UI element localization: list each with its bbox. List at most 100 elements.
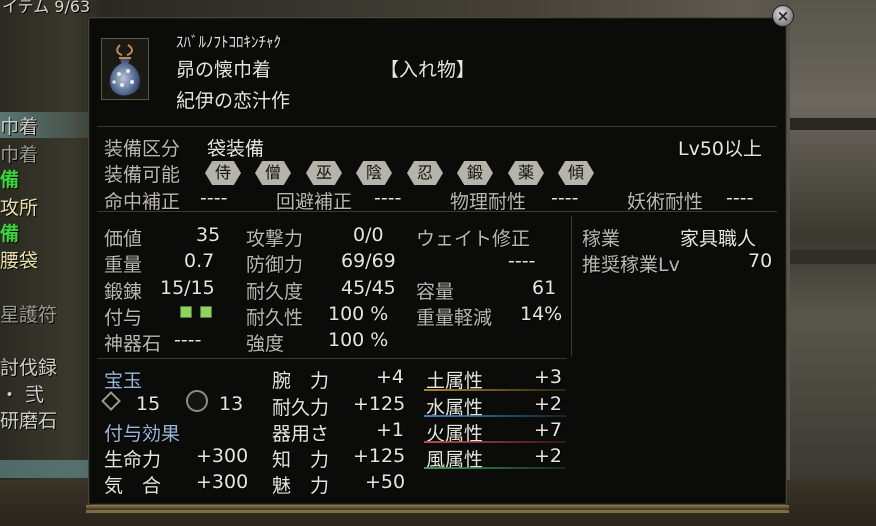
pouch-icon bbox=[101, 38, 149, 100]
panel-bottom-frame bbox=[86, 510, 789, 513]
inventory-list-item[interactable]: 討伐録 bbox=[0, 353, 57, 380]
forge-label: 鍛錬 bbox=[104, 281, 143, 303]
item-name: 昴の懐巾着 bbox=[176, 59, 272, 81]
inventory-count: イテム 9/63 bbox=[2, 0, 91, 16]
effect-value: +50 bbox=[365, 471, 406, 493]
durability-label: 耐久度 bbox=[246, 281, 304, 303]
divider bbox=[97, 126, 777, 127]
weight-mod-label: ウェイト修正 bbox=[416, 228, 531, 250]
item-category: 【入れ物】 bbox=[380, 59, 476, 81]
usable-badge: 鍛 bbox=[457, 161, 493, 185]
background-beam bbox=[790, 250, 876, 264]
correction-label: 命中補正 bbox=[104, 191, 181, 213]
element-bar bbox=[424, 467, 566, 469]
usable-label: 装備可能 bbox=[104, 164, 181, 186]
circle-gem-icon bbox=[186, 390, 208, 412]
enchant-slot bbox=[180, 306, 192, 318]
circle-gem-count: 13 bbox=[219, 393, 244, 415]
correction-label: 回避補正 bbox=[276, 191, 353, 213]
inventory-list-item[interactable]: 攻所 bbox=[0, 193, 38, 220]
gems-label: 宝玉 bbox=[104, 370, 143, 392]
effect-label: 腕 力 bbox=[272, 370, 330, 392]
attack-value: 0/0 bbox=[353, 224, 384, 246]
diamond-gem-count: 15 bbox=[136, 393, 161, 415]
shinki-value: ---- bbox=[174, 329, 202, 351]
element-value: +7 bbox=[534, 419, 563, 441]
element-value: +2 bbox=[534, 445, 563, 467]
inventory-list-item[interactable]: 研磨石 bbox=[0, 406, 57, 433]
effect-value: +125 bbox=[353, 445, 406, 467]
game-scene: イテム 9/63 巾着 巾着 備 攻所 備 腰袋 星護符 討伐録 ・ 弐 研磨石 bbox=[0, 0, 876, 526]
price-value: 35 bbox=[196, 224, 221, 246]
element-bar bbox=[424, 389, 566, 391]
strength-label: 強度 bbox=[246, 333, 285, 355]
strength-value: 100 % bbox=[328, 329, 389, 351]
weight-mod-value: ---- bbox=[508, 250, 536, 272]
inventory-list-item[interactable]: 備 bbox=[0, 219, 19, 246]
correction-label: 妖術耐性 bbox=[627, 191, 704, 213]
background-beam bbox=[790, 118, 876, 130]
equip-class-value: 袋装備 bbox=[207, 138, 265, 160]
effect-label: 器用さ bbox=[272, 423, 330, 445]
usable-badge: 傾 bbox=[558, 161, 594, 185]
inventory-list-item[interactable]: ・ 弐 bbox=[0, 380, 44, 407]
usable-badge: 僧 bbox=[255, 161, 291, 185]
forge-value: 15/15 bbox=[160, 277, 215, 299]
inventory-list-item[interactable]: 巾着 bbox=[0, 112, 92, 138]
defense-label: 防御力 bbox=[246, 254, 304, 276]
usable-badge: 侍 bbox=[205, 161, 241, 185]
usable-badge: 陰 bbox=[356, 161, 392, 185]
shinki-label: 神器石 bbox=[104, 333, 162, 355]
usable-badge: 巫 bbox=[306, 161, 342, 185]
effect-label: 知 力 bbox=[272, 449, 330, 471]
correction-value: ---- bbox=[374, 187, 402, 209]
weight-reduce-value: 14% bbox=[520, 303, 563, 325]
effect-value: +300 bbox=[196, 471, 249, 493]
effect-value: +125 bbox=[353, 393, 406, 415]
divider bbox=[571, 216, 572, 356]
effect-label: 耐久力 bbox=[272, 397, 330, 419]
divider bbox=[97, 358, 567, 359]
recommended-trade-level-label: 推奨稼業Lv bbox=[582, 254, 680, 276]
inventory-list-item[interactable]: 備 bbox=[0, 165, 19, 192]
effect-value: +4 bbox=[376, 366, 405, 388]
inventory-list-highlight bbox=[0, 460, 96, 478]
element-value: +2 bbox=[534, 393, 563, 415]
inventory-list-item[interactable]: 巾着 bbox=[0, 140, 38, 167]
element-bar bbox=[424, 415, 566, 417]
inventory-list-item[interactable]: 星護符 bbox=[0, 300, 57, 327]
correction-label: 物理耐性 bbox=[450, 191, 527, 213]
item-maker: 紀伊の恋汁作 bbox=[176, 90, 291, 112]
effect-label: 魅 力 bbox=[272, 475, 330, 497]
durability-value: 45/45 bbox=[341, 277, 396, 299]
enchant-slot bbox=[200, 306, 212, 318]
recommended-trade-level-value: 70 bbox=[748, 250, 773, 272]
effect-label: 生命力 bbox=[104, 449, 162, 471]
dur-rate-label: 耐久性 bbox=[246, 307, 304, 329]
close-icon[interactable]: × bbox=[772, 5, 794, 27]
correction-value: ---- bbox=[551, 187, 579, 209]
weight-reduce-label: 重量軽減 bbox=[416, 307, 493, 329]
level-requirement: Lv50以上 bbox=[678, 138, 763, 160]
correction-value: ---- bbox=[726, 187, 754, 209]
trade-label: 稼業 bbox=[582, 228, 621, 250]
weight-label: 重量 bbox=[104, 254, 143, 276]
dur-rate-value: 100 % bbox=[328, 303, 389, 325]
price-label: 価値 bbox=[104, 228, 143, 250]
correction-value: ---- bbox=[200, 187, 228, 209]
element-bar bbox=[424, 441, 566, 443]
weight-value: 0.7 bbox=[184, 250, 215, 272]
capacity-value: 61 bbox=[532, 277, 557, 299]
trade-value: 家具職人 bbox=[680, 228, 757, 250]
usable-badge: 薬 bbox=[508, 161, 544, 185]
inventory-list-item[interactable]: 腰袋 bbox=[0, 246, 38, 273]
capacity-label: 容量 bbox=[416, 281, 455, 303]
effect-value: +1 bbox=[376, 419, 405, 441]
usable-badge: 忍 bbox=[407, 161, 443, 185]
attack-label: 攻撃力 bbox=[246, 228, 304, 250]
effect-label: 気 合 bbox=[104, 475, 162, 497]
effects-label: 付与効果 bbox=[104, 423, 181, 445]
defense-value: 69/69 bbox=[341, 250, 396, 272]
element-value: +3 bbox=[534, 366, 563, 388]
equip-class-label: 装備区分 bbox=[104, 138, 181, 160]
